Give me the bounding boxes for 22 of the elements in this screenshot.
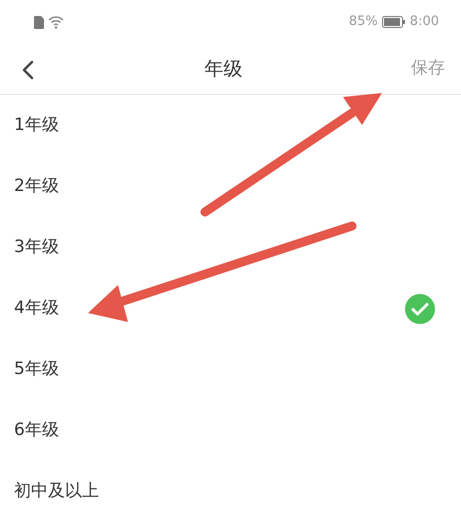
back-icon [22,60,34,80]
battery-percent: 85% [348,13,378,32]
sim-card-icon [34,16,44,28]
grade-option[interactable]: 初中及以上 [0,461,461,522]
check-icon [405,294,435,324]
grade-label: 2年级 [14,174,59,198]
grade-option[interactable]: 2年级 [0,156,461,217]
grade-option[interactable]: 1年级 [0,95,461,156]
wifi-icon [48,16,64,28]
grade-label: 5年级 [14,358,59,381]
grade-label: 6年级 [14,418,59,442]
grade-option[interactable]: 5年级 [0,339,461,400]
grade-label: 初中及以上 [14,480,99,503]
grade-label: 1年级 [14,114,59,137]
page-title: 年级 [204,56,242,82]
grade-option[interactable]: 3年级 [0,217,461,278]
grade-label: 4年级 [14,296,59,320]
battery-icon [382,16,406,28]
clock-time: 8:00 [410,13,439,32]
grade-label: 3年级 [14,236,59,259]
grade-option[interactable]: 6年级 [0,400,461,461]
grade-option[interactable]: 4年级 [0,278,461,339]
